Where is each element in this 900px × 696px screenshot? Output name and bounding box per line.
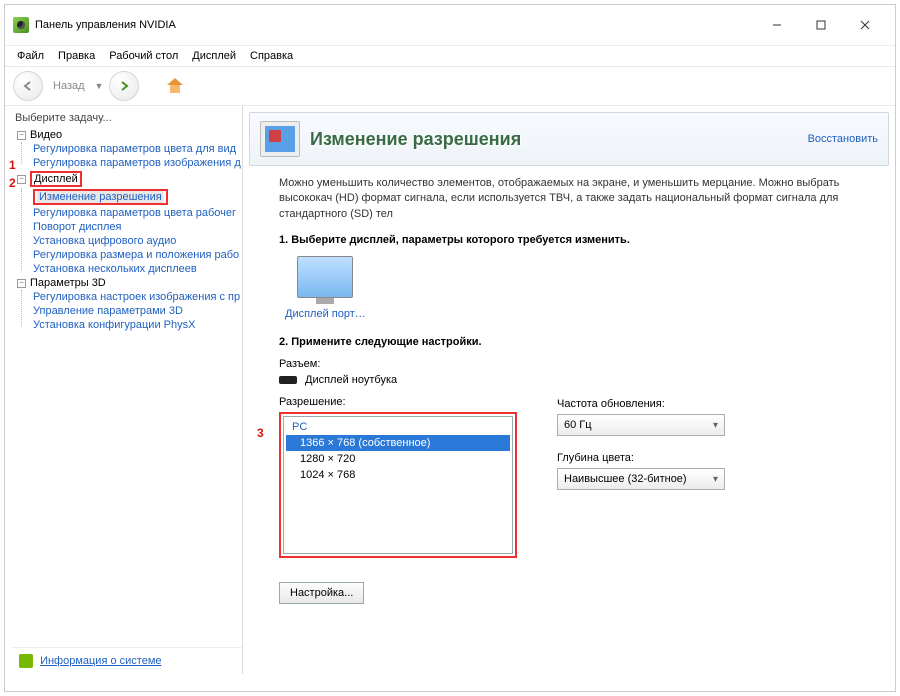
tree-item[interactable]: Поворот дисплея	[33, 220, 242, 234]
connector-icon	[279, 376, 297, 384]
refresh-label: Частота обновления:	[557, 398, 725, 410]
header-monitor-icon	[260, 121, 300, 157]
connector-value: Дисплей ноутбука	[305, 374, 397, 386]
menubar: Файл Правка Рабочий стол Дисплей Справка	[5, 46, 895, 66]
nav-back-label: Назад	[53, 80, 85, 92]
display-thumbnail[interactable]: Дисплей порт…	[285, 256, 366, 320]
maximize-button[interactable]	[799, 11, 843, 39]
tree-item[interactable]: Установка цифрового аудио	[33, 234, 242, 248]
tree-item[interactable]: Регулировка параметров цвета рабочег	[33, 206, 242, 220]
resolution-label: Разрешение:	[279, 396, 517, 408]
sidebar: Выберите задачу... 1 2 − Видео Регулиров…	[5, 106, 243, 674]
refresh-combo[interactable]: 60 Гц	[557, 414, 725, 436]
tree-collapse-icon[interactable]: −	[17, 175, 26, 184]
menu-edit[interactable]: Правка	[58, 50, 95, 62]
resolution-listbox[interactable]: PC 1366 × 768 (собственное) 1280 × 720 1…	[283, 416, 513, 554]
menu-help[interactable]: Справка	[250, 50, 293, 62]
tree-display[interactable]: − Дисплей	[17, 170, 242, 188]
nvidia-icon	[13, 17, 29, 33]
system-info-link[interactable]: Информация о системе	[11, 647, 242, 674]
menu-display[interactable]: Дисплей	[192, 50, 236, 62]
tree-3d[interactable]: − Параметры 3D	[17, 276, 242, 290]
display-name-label: Дисплей порт…	[285, 308, 366, 320]
resolution-item[interactable]: 1280 × 720	[286, 451, 510, 467]
tree-item[interactable]: Установка нескольких дисплеев	[33, 262, 242, 276]
info-icon	[19, 654, 33, 668]
content-area: Изменение разрешения Восстановить Можно …	[243, 106, 895, 674]
callout-1: 1	[9, 158, 16, 172]
tree-item[interactable]: Регулировка размера и положения рабо	[33, 248, 242, 262]
resolution-item[interactable]: 1024 × 768	[286, 467, 510, 483]
step2-heading: 2. Примените следующие настройки.	[279, 336, 869, 348]
customize-button[interactable]: Настройка...	[279, 582, 364, 604]
home-icon[interactable]	[165, 76, 185, 96]
nav-back-button[interactable]	[13, 71, 43, 101]
nav-forward-button[interactable]	[109, 71, 139, 101]
tree-item[interactable]: Регулировка настроек изображения с пр	[33, 290, 242, 304]
color-depth-combo[interactable]: Наивысшее (32-битное)	[557, 468, 725, 490]
tree-item[interactable]: Управление параметрами 3D	[33, 304, 242, 318]
tree-item-change-resolution[interactable]: Изменение разрешения	[33, 188, 242, 206]
tree-item[interactable]: Установка конфигурации PhysX	[33, 318, 242, 332]
window-title: Панель управления NVIDIA	[35, 19, 755, 31]
tree-collapse-icon[interactable]: −	[17, 279, 26, 288]
tree-collapse-icon[interactable]: −	[17, 131, 26, 140]
page-title: Изменение разрешения	[310, 129, 798, 150]
nav-history-dropdown[interactable]: ▼	[95, 81, 104, 91]
menu-desktop[interactable]: Рабочий стол	[109, 50, 178, 62]
step1-heading: 1. Выберите дисплей, параметры которого …	[279, 234, 869, 246]
titlebar: Панель управления NVIDIA	[5, 5, 895, 46]
content-header: Изменение разрешения Восстановить	[249, 112, 889, 166]
tree-video[interactable]: − Видео	[17, 128, 242, 142]
tree-item[interactable]: Регулировка параметров цвета для вид	[33, 142, 242, 156]
color-depth-label: Глубина цвета:	[557, 452, 725, 464]
resolution-item-selected[interactable]: 1366 × 768 (собственное)	[286, 435, 510, 451]
resolution-group: PC	[286, 419, 510, 435]
callout-3: 3	[257, 426, 264, 440]
restore-link[interactable]: Восстановить	[808, 133, 878, 145]
minimize-button[interactable]	[755, 11, 799, 39]
select-task-label: Выберите задачу...	[11, 110, 242, 126]
description-text: Можно уменьшить количество элементов, от…	[249, 166, 889, 226]
tree-item[interactable]: Регулировка параметров изображения д	[33, 156, 242, 170]
menu-file[interactable]: Файл	[17, 50, 44, 62]
toolbar: Назад ▼	[5, 66, 895, 106]
connector-label: Разъем:	[279, 358, 869, 370]
callout-2: 2	[9, 176, 16, 190]
close-button[interactable]	[843, 11, 887, 39]
monitor-icon	[297, 256, 353, 298]
